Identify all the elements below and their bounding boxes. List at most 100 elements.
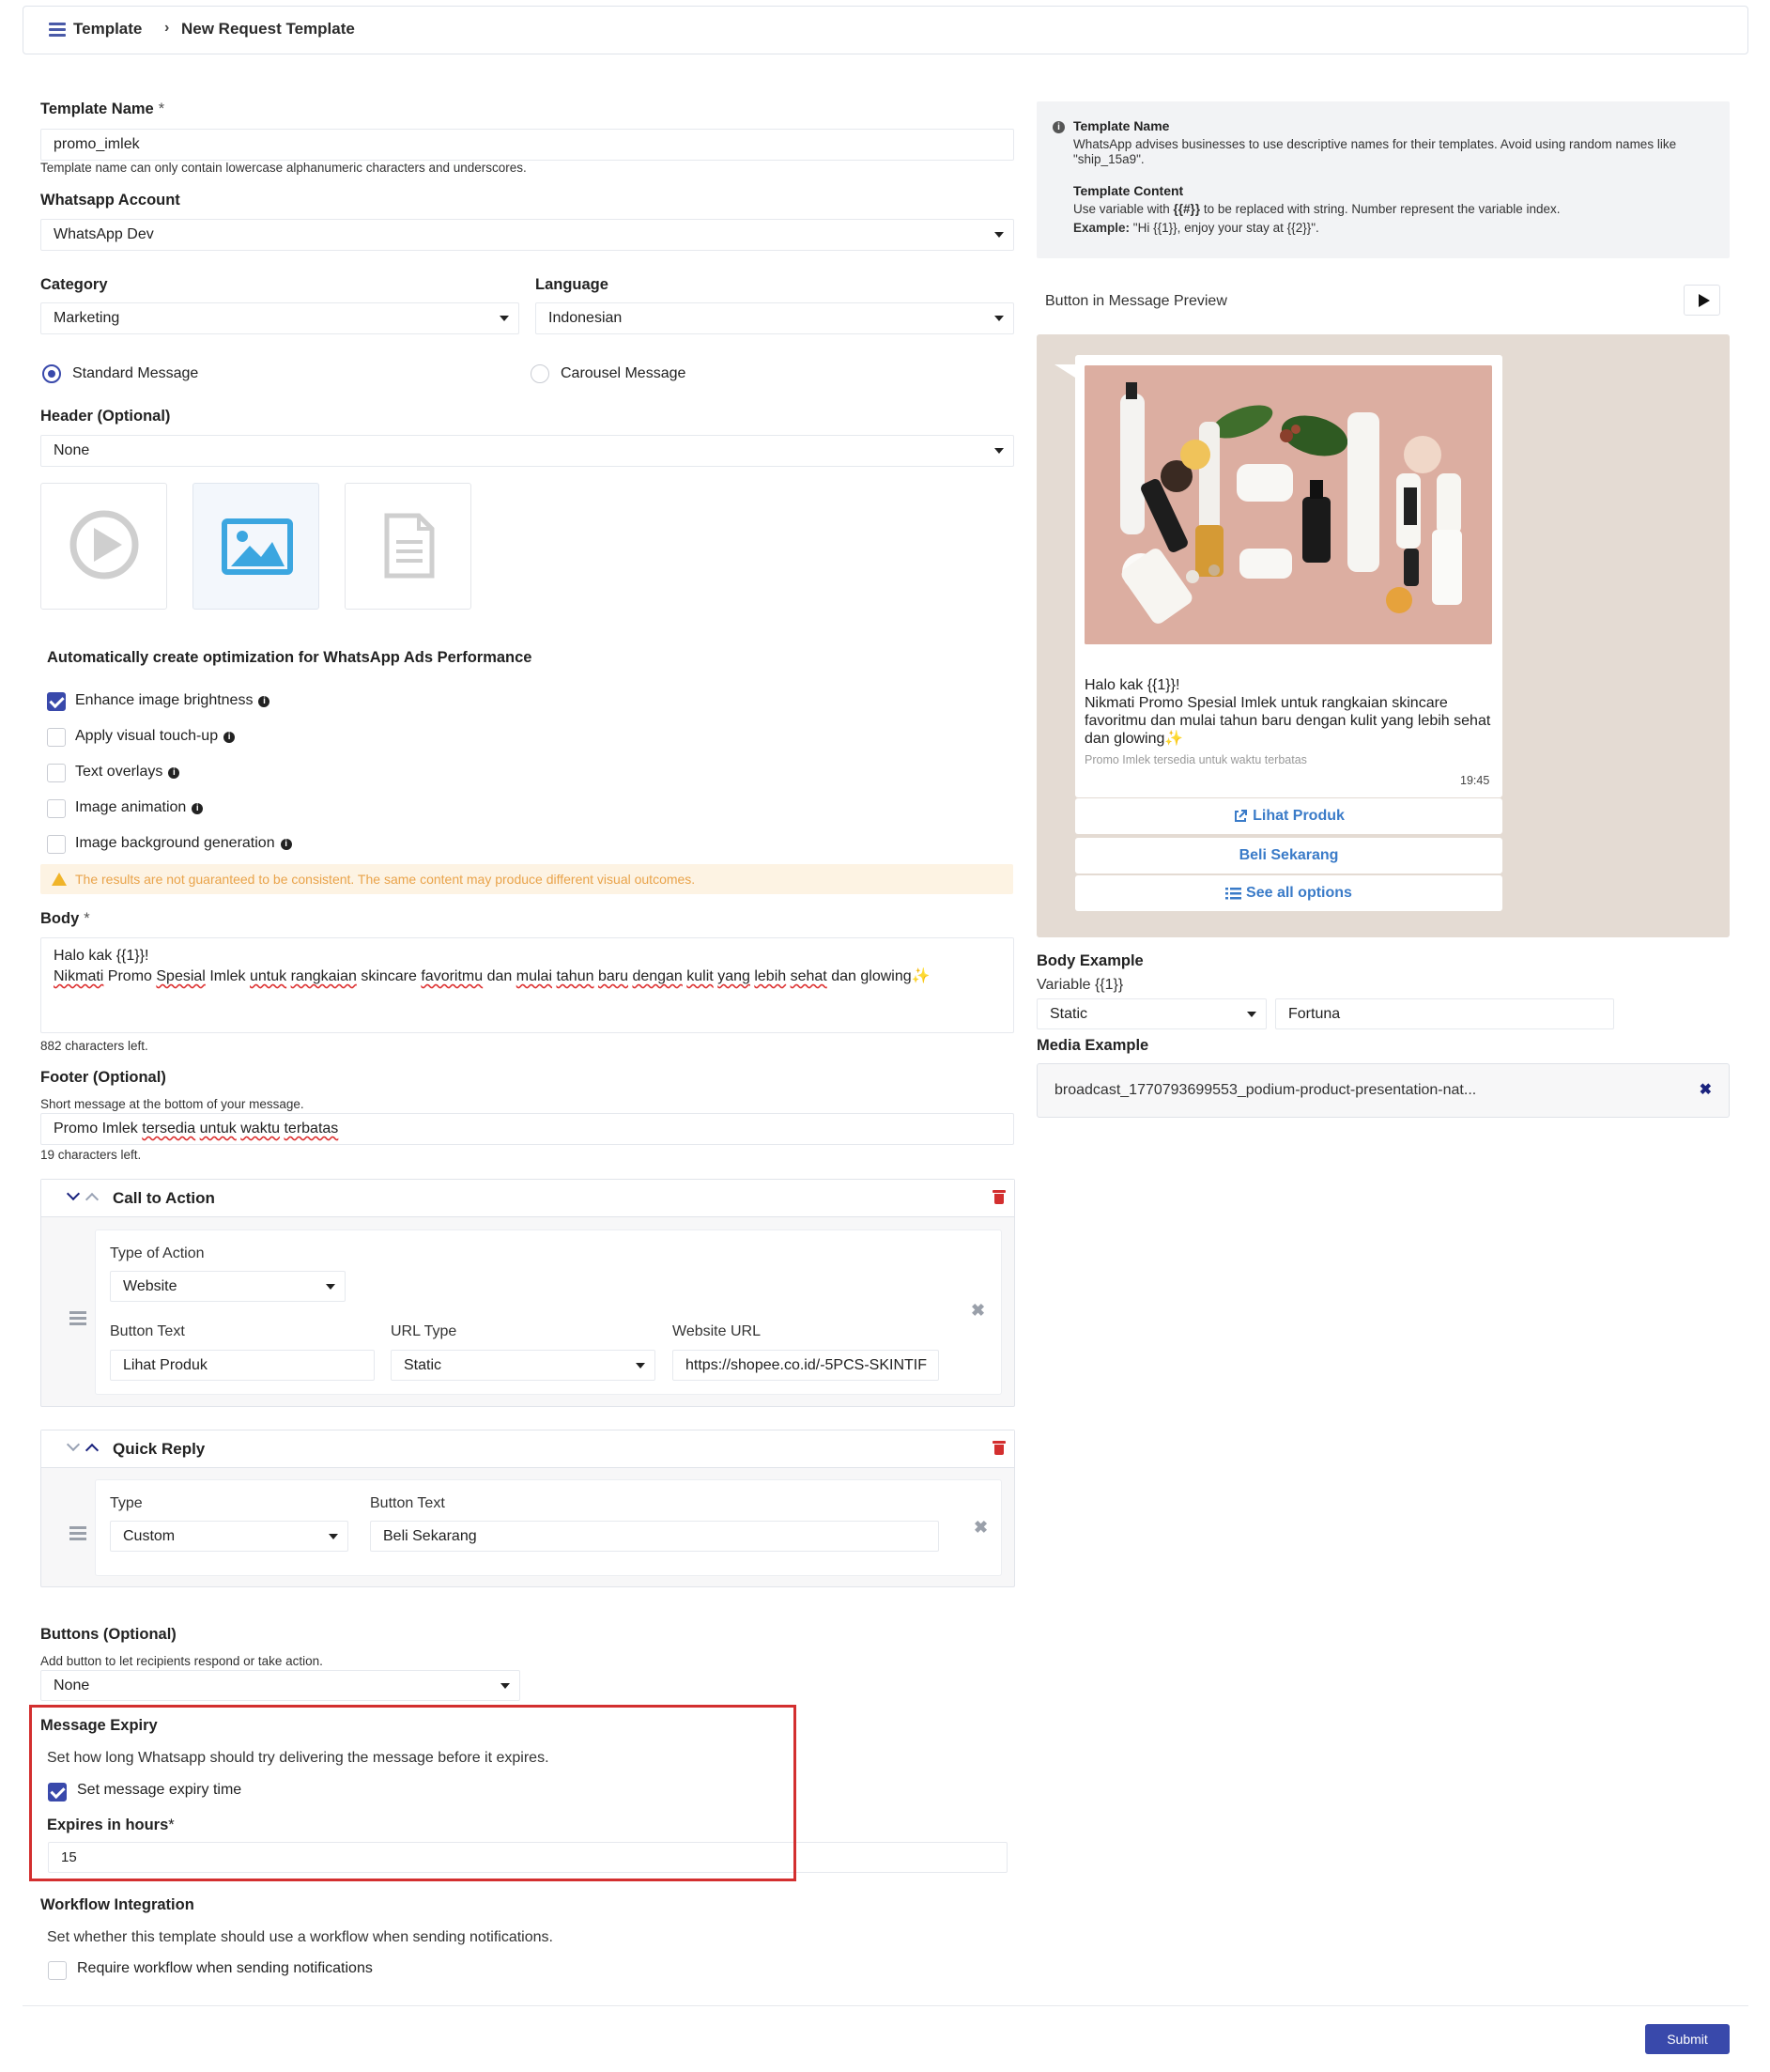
tip-example: Example: "Hi {{1}}, enjoy your stay at {…	[1073, 221, 1319, 235]
footer-label: Footer (Optional)	[40, 1069, 166, 1086]
quick-reply-button-text-input[interactable]: Beli Sekarang	[370, 1521, 939, 1552]
template-name-input[interactable]: promo_imlek	[40, 129, 1014, 161]
chevron-down-icon	[994, 232, 1004, 238]
skincare-products-image	[1085, 365, 1492, 644]
body-example-value-input[interactable]: Fortuna	[1275, 998, 1614, 1029]
website-url-input[interactable]: https://shopee.co.id/-5PCS-SKINTIF	[672, 1350, 939, 1381]
url-type-select[interactable]: Static	[391, 1350, 655, 1381]
quick-reply-card: Type Custom Button Text Beli Sekarang	[95, 1479, 1002, 1576]
header-media-image[interactable]	[192, 483, 319, 610]
tip-content-text: Use variable with {{#}} to be replaced w…	[1073, 202, 1561, 216]
header-label: Header (Optional)	[40, 408, 171, 425]
image-icon	[222, 518, 293, 575]
buttons-label: Buttons (Optional)	[40, 1626, 177, 1643]
cta-button-text-input[interactable]: Lihat Produk	[110, 1350, 375, 1381]
template-tips: i Template Name WhatsApp advises busines…	[1037, 101, 1730, 258]
chevron-down-icon	[636, 1362, 645, 1368]
workflow-checkbox[interactable]	[48, 1961, 67, 1980]
optimization-warning: The results are not guaranteed to be con…	[40, 864, 1013, 894]
chevron-up-icon[interactable]	[85, 1192, 100, 1207]
visual-touchup-checkbox[interactable]	[47, 728, 66, 747]
external-link-icon	[1235, 810, 1248, 822]
background-generation-checkbox[interactable]	[47, 835, 66, 854]
url-type-label: URL Type	[391, 1323, 457, 1339]
tip-name-text: WhatsApp advises businesses to use descr…	[1073, 137, 1677, 166]
header-media-document[interactable]	[345, 483, 471, 610]
carousel-message-radio[interactable]	[531, 364, 549, 383]
chevron-down-icon	[329, 1533, 338, 1539]
workflow-label: Workflow Integration	[40, 1896, 194, 1913]
body-textarea[interactable]: Halo kak {{1}}! Nikmati Promo Spesial Im…	[40, 937, 1014, 1033]
text-overlays-checkbox[interactable]	[47, 764, 66, 782]
visual-touchup-label: Apply visual touch-up i	[75, 728, 236, 745]
play-circle-icon	[69, 510, 139, 580]
buttons-select[interactable]: None	[40, 1670, 520, 1701]
chevron-down-icon[interactable]	[66, 1437, 81, 1452]
whatsapp-account-select[interactable]: WhatsApp Dev	[40, 219, 1014, 251]
type-of-action-select[interactable]: Website	[110, 1271, 346, 1302]
submit-button[interactable]: Submit	[1645, 2024, 1730, 2054]
chevron-down-icon	[994, 448, 1004, 454]
header-select[interactable]: None	[40, 435, 1014, 467]
cta-panel-header: Call to Action	[41, 1180, 1014, 1217]
chevron-up-icon[interactable]	[85, 1443, 100, 1458]
quick-reply-type-select[interactable]: Custom	[110, 1521, 348, 1552]
footer-divider	[23, 2005, 1748, 2006]
remove-button-icon[interactable]: ✖	[971, 1301, 985, 1321]
remove-button-icon[interactable]: ✖	[974, 1518, 988, 1538]
info-icon[interactable]: i	[192, 803, 204, 814]
play-icon[interactable]	[1684, 285, 1720, 316]
breadcrumb-separator-icon: ›	[164, 20, 170, 36]
drag-handle-icon[interactable]	[69, 1526, 86, 1540]
quick-reply-panel-header: Quick Reply	[41, 1430, 1014, 1468]
category-select[interactable]: Marketing	[40, 302, 519, 334]
standard-message-radio[interactable]	[42, 364, 61, 383]
info-icon[interactable]: i	[223, 732, 236, 743]
breadcrumb: Template › New Request Template	[23, 6, 1748, 54]
preview-button-see-all-options[interactable]: See all options	[1075, 875, 1502, 911]
quick-reply-title: Quick Reply	[113, 1440, 206, 1458]
language-label: Language	[535, 276, 608, 293]
footer-chars-left: 19 characters left.	[40, 1148, 142, 1162]
website-url-label: Website URL	[672, 1323, 761, 1339]
info-icon[interactable]: i	[258, 696, 270, 707]
info-icon[interactable]: i	[280, 839, 292, 850]
quick-reply-type-label: Type	[110, 1495, 143, 1511]
cta-button-text-label: Button Text	[110, 1323, 185, 1339]
body-example-type-select[interactable]: Static	[1037, 998, 1267, 1029]
preview-greeting: Halo kak {{1}}!	[1085, 677, 1180, 693]
workflow-desc: Set whether this template should use a w…	[47, 1929, 553, 1945]
breadcrumb-root[interactable]: Template	[73, 20, 142, 39]
template-name-label: Template Name *	[40, 101, 165, 117]
body-line-2: Nikmati Promo Spesial Imlek untuk rangka…	[54, 968, 931, 984]
header-media-video[interactable]	[40, 483, 167, 610]
trash-icon[interactable]	[993, 1190, 1006, 1204]
body-label: Body *	[40, 910, 90, 927]
preview-button-beli-sekarang[interactable]: Beli Sekarang	[1075, 838, 1502, 874]
bubble-tail	[1054, 364, 1075, 378]
image-animation-checkbox[interactable]	[47, 799, 66, 818]
product-image	[1085, 365, 1492, 644]
quick-reply-panel: Quick Reply Type Custom Button Text Beli…	[40, 1430, 1015, 1587]
trash-icon[interactable]	[993, 1441, 1006, 1455]
language-select[interactable]: Indonesian	[535, 302, 1014, 334]
enhance-brightness-checkbox[interactable]	[47, 692, 66, 711]
info-icon[interactable]: i	[168, 767, 180, 779]
chevron-down-icon	[326, 1283, 335, 1290]
preview-label: Button in Message Preview	[1045, 293, 1227, 309]
template-list-icon	[49, 23, 66, 38]
drag-handle-icon[interactable]	[69, 1311, 86, 1325]
chevron-down-icon[interactable]	[66, 1186, 81, 1201]
body-chars-left: 882 characters left.	[40, 1039, 148, 1053]
preview-time: 19:45	[1460, 774, 1490, 787]
preview-button-lihat-produk[interactable]: Lihat Produk	[1075, 798, 1502, 834]
sparkles-icon: ✨	[911, 968, 931, 984]
body-line-1: Halo kak {{1}}!	[54, 948, 149, 964]
footer-input[interactable]: Promo Imlek tersedia untuk waktu terbata…	[40, 1113, 1014, 1145]
chevron-down-icon	[500, 1682, 510, 1689]
remove-file-icon[interactable]: ✖	[1700, 1080, 1712, 1099]
media-example-filename: broadcast_1770793699553_podium-product-p…	[1054, 1082, 1477, 1098]
breadcrumb-current: New Request Template	[181, 20, 355, 38]
chevron-down-icon	[1247, 1011, 1256, 1017]
highlight-box	[29, 1705, 796, 1881]
